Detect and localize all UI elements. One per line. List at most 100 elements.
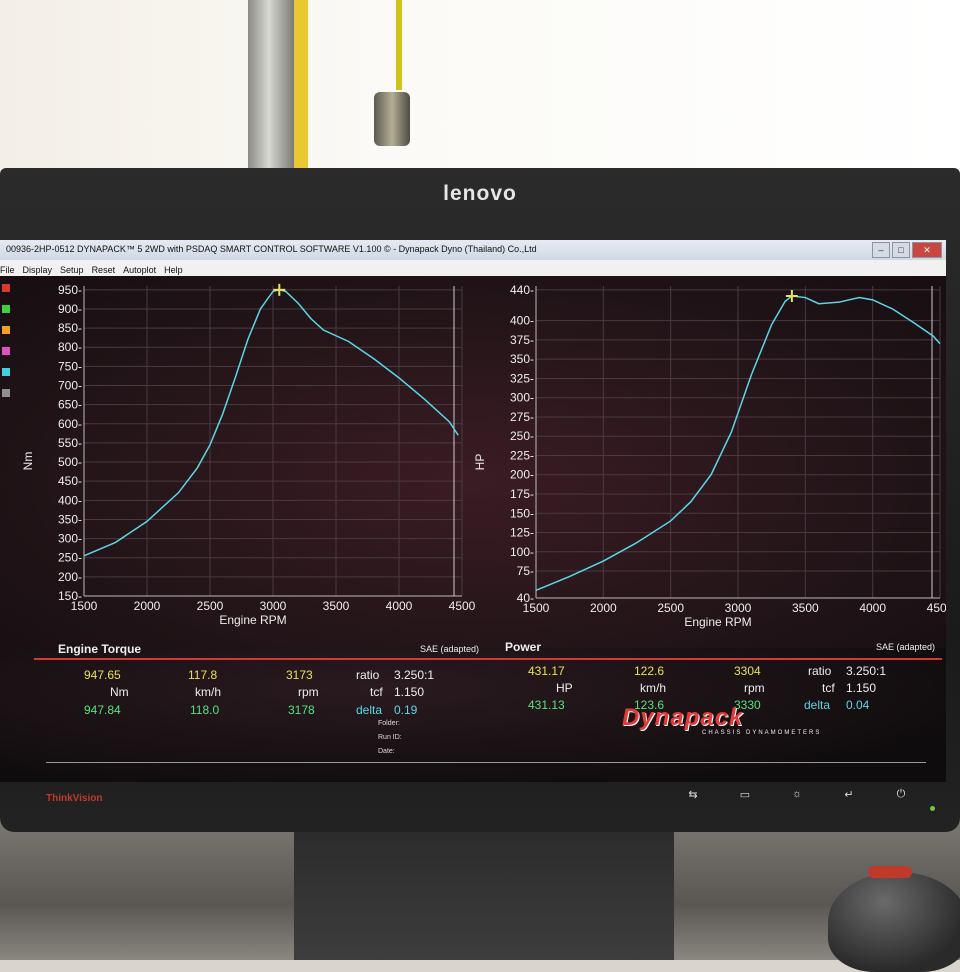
- torque-sae-label: SAE (adapted): [420, 644, 480, 654]
- window-titlebar: 00936-2HP-0512 DYNAPACK™ 5 2WD with PSDA…: [0, 240, 946, 260]
- monitor-stand: [294, 820, 674, 960]
- power-ratio-label: ratio: [808, 664, 832, 678]
- power-y-tick: 150-: [510, 506, 534, 520]
- power-y-tick: 400-: [510, 314, 534, 328]
- power-x-tick: 2500: [657, 601, 684, 615]
- torque-y-tick: 450-: [58, 474, 82, 488]
- torque-x-tick: 2000: [134, 599, 161, 613]
- torque-y-label: Nm: [21, 452, 35, 471]
- power-ratio-value: 3.250:1: [846, 664, 887, 678]
- torque-y-tick: 950-: [58, 283, 82, 297]
- tcf-label: tcf: [370, 685, 383, 699]
- power-y-tick: 325-: [510, 371, 534, 385]
- enter-icon[interactable]: ↵: [836, 788, 862, 801]
- power-x-tick: 3500: [792, 601, 819, 615]
- ratio-value: 3.250:1: [394, 668, 435, 682]
- power-y-tick: 75-: [517, 564, 534, 578]
- power-y-tick: 200-: [510, 468, 534, 482]
- power-rpm-unit: rpm: [744, 681, 765, 695]
- monitor-buttons: ⇆ ▭ ☼ ↵ ⏻: [680, 788, 914, 801]
- power-unit: HP: [556, 681, 573, 695]
- torque-compare-value: 947.84: [84, 703, 121, 717]
- window-title: 00936-2HP-0512 DYNAPACK™ 5 2WD with PSDA…: [6, 244, 537, 254]
- power-y-label: HP: [473, 454, 487, 471]
- torque-y-tick: 250-: [58, 551, 82, 565]
- torque-value: 947.65: [84, 668, 121, 682]
- chart-area: 1500 2000 2500 3000 3500 4000 4500 150- 200- 250-…: [0, 276, 946, 648]
- torque-y-tick: 700-: [58, 379, 82, 393]
- series-swatch[interactable]: [2, 389, 10, 397]
- torque-y-tick: 400-: [58, 493, 82, 507]
- power-y-tick: 250-: [510, 429, 534, 443]
- power-speed-unit: km/h: [640, 681, 667, 695]
- torque-y-tick: 550-: [58, 436, 82, 450]
- rpm-unit: rpm: [298, 685, 319, 699]
- background-pole: [248, 0, 294, 180]
- torque-y-tick: 150-: [58, 589, 82, 603]
- brightness-icon[interactable]: ☼: [784, 788, 810, 801]
- background-cable: [396, 0, 402, 90]
- power-icon[interactable]: ⏻: [888, 788, 914, 801]
- monitor-model-logo: ThinkVision: [46, 793, 103, 804]
- series-swatch[interactable]: [2, 326, 10, 334]
- power-tcf-label: tcf: [822, 681, 835, 695]
- dynapack-logo: Dynapack CHASSIS DYNAMOMETERS: [622, 704, 821, 736]
- power-y-tick: 175-: [510, 487, 534, 501]
- dynapack-logo-subtitle: CHASSIS DYNAMOMETERS: [702, 730, 822, 736]
- divider-line: [34, 658, 942, 660]
- power-led: [930, 806, 935, 811]
- power-x-tick: 4500: [927, 601, 946, 615]
- series-swatch[interactable]: [2, 305, 10, 313]
- torque-unit: Nm: [110, 685, 129, 699]
- torque-x-label: Engine RPM: [219, 613, 286, 627]
- power-x-label: Engine RPM: [684, 615, 751, 629]
- speed-unit: km/h: [195, 685, 222, 699]
- series-swatch[interactable]: [2, 347, 10, 355]
- torque-y-tick: 300-: [58, 532, 82, 546]
- torque-y-tick: 800-: [58, 340, 82, 354]
- power-y-tick: 375-: [510, 333, 534, 347]
- torque-y-tick: 850-: [58, 321, 82, 335]
- dynapack-logo-text: Dynapack: [622, 704, 744, 731]
- close-button[interactable]: ✕: [912, 242, 942, 258]
- torque-y-tick: 500-: [58, 455, 82, 469]
- ratio-label: ratio: [356, 668, 380, 682]
- power-x-tick: 2000: [590, 601, 617, 615]
- run-id-label: Run ID:: [378, 734, 402, 741]
- power-y-tick: 225-: [510, 448, 534, 462]
- torque-x-tick: 3000: [260, 599, 287, 613]
- torque-x-tick: 2500: [197, 599, 224, 613]
- maximize-button[interactable]: □: [892, 242, 910, 258]
- dyno-charts: 1500 2000 2500 3000 3500 4000 4500150-200-250-…: [21, 283, 946, 629]
- input-select-icon[interactable]: ⇆: [680, 788, 706, 801]
- computer-mouse: [828, 872, 960, 972]
- window-controls: – □ ✕: [872, 242, 942, 258]
- minimize-button[interactable]: –: [872, 242, 890, 258]
- power-x-tick: 3000: [725, 601, 752, 615]
- torque-y-tick: 350-: [58, 512, 82, 526]
- series-swatch[interactable]: [2, 368, 10, 376]
- power-y-tick: 100-: [510, 545, 534, 559]
- torque-rpm-value: 3173: [286, 668, 313, 682]
- torque-y-tick: 750-: [58, 359, 82, 373]
- power-value: 431.17: [528, 664, 565, 678]
- power-x-tick: 4000: [859, 601, 886, 615]
- torque-curve: [83, 289, 459, 557]
- power-y-tick: 440-: [510, 283, 534, 297]
- power-sae-label: SAE (adapted): [876, 642, 936, 652]
- picture-icon[interactable]: ▭: [732, 788, 758, 801]
- power-y-tick: 40-: [517, 591, 534, 605]
- mouse-accent: [868, 866, 912, 878]
- torque-speed-value: 117.8: [188, 668, 218, 682]
- series-swatch[interactable]: [2, 284, 10, 292]
- power-y-tick: 350-: [510, 352, 534, 366]
- power-y-tick: 300-: [510, 391, 534, 405]
- torque-x-tick: 3500: [323, 599, 350, 613]
- readout-panel: Engine Torque SAE (adapted) Power SAE (a…: [0, 640, 946, 782]
- torque-compare-speed: 118.0: [190, 703, 220, 717]
- power-rpm-value: 3304: [734, 664, 761, 678]
- power-delta-value: 0.04: [846, 698, 870, 712]
- power-compare-value: 431.13: [528, 698, 565, 712]
- background-yellow-pipe: [294, 0, 308, 175]
- torque-x-tick: 4000: [386, 599, 413, 613]
